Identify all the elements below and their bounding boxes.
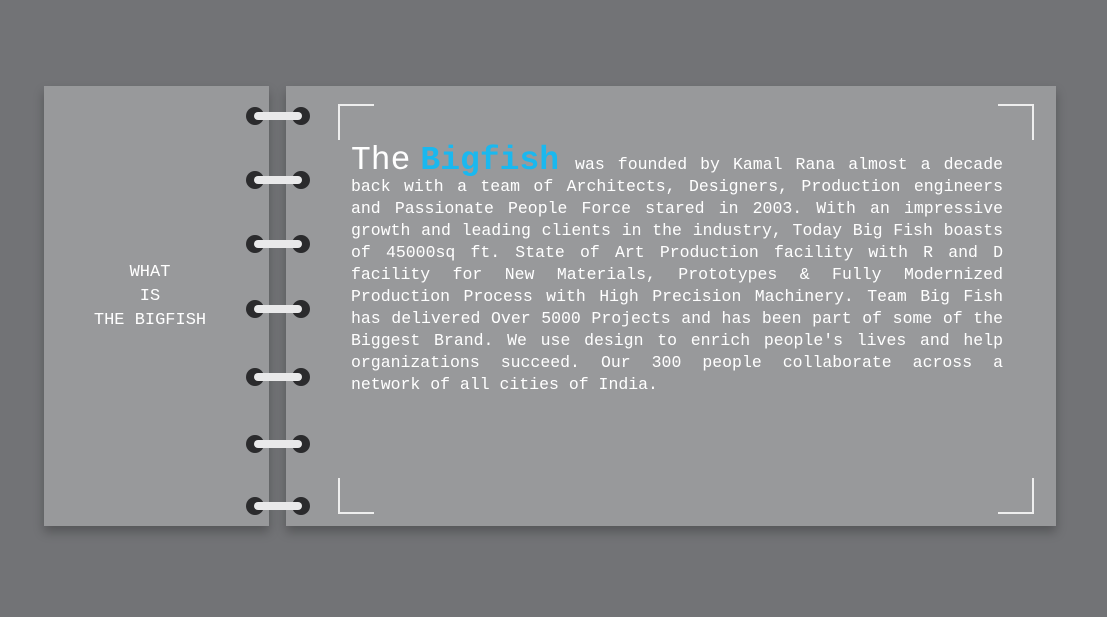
- spiral-ring-icon: [246, 367, 310, 387]
- side-title: WHAT IS THE BIGFISH: [44, 261, 256, 333]
- side-title-line-3: THE BIGFISH: [93, 311, 207, 330]
- about-body: was founded by Kamal Rana almost a decad…: [351, 155, 1003, 394]
- corner-bracket-icon: [998, 104, 1034, 140]
- spiral-ring-icon: [246, 434, 310, 454]
- corner-bracket-icon: [338, 104, 374, 140]
- spiral-ring-icon: [246, 234, 310, 254]
- about-paragraph: The Bigfish was founded by Kamal Rana almo…: [351, 144, 1003, 396]
- spiral-ring-icon: [246, 496, 310, 516]
- brand-name: Bigfish: [420, 142, 560, 179]
- spiral-ring-icon: [246, 170, 310, 190]
- side-title-line-1: WHAT: [129, 263, 171, 282]
- notebook-stage: WHAT IS THE BIGFISH The Bigfish was founde…: [0, 0, 1107, 617]
- spiral-ring-icon: [246, 299, 310, 319]
- corner-bracket-icon: [998, 478, 1034, 514]
- corner-bracket-icon: [338, 478, 374, 514]
- notebook-left-page: WHAT IS THE BIGFISH: [44, 86, 269, 526]
- side-title-line-2: IS: [139, 287, 161, 306]
- spiral-ring-icon: [246, 106, 310, 126]
- about-prefix: The: [351, 142, 411, 179]
